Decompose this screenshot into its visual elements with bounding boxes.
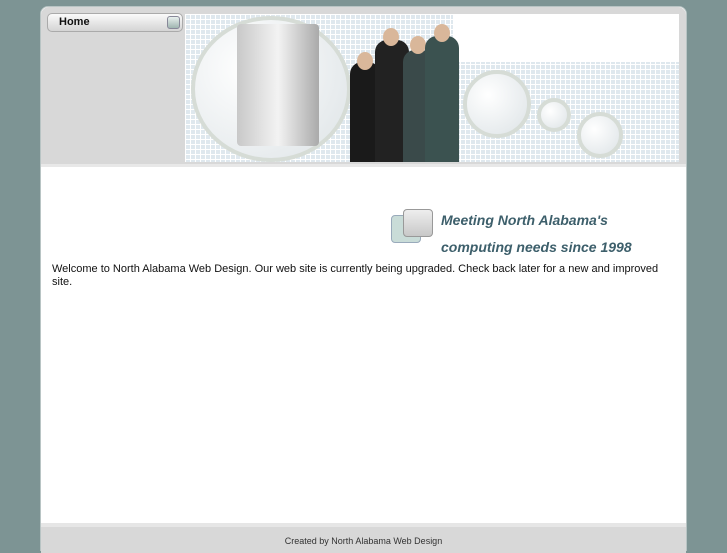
welcome-text: Welcome to North Alabama Web Design. Our… (52, 263, 659, 288)
tagline-line1: Meeting North Alabama's (441, 212, 608, 228)
header: Home (41, 7, 686, 167)
person-head (357, 52, 373, 70)
banner-white-area (453, 14, 679, 62)
person-head (434, 24, 450, 42)
squares-icon (391, 209, 435, 245)
nav-home-label: Home (59, 16, 90, 28)
computer-tower-image (237, 24, 319, 146)
banner-circle (463, 70, 531, 138)
banner-circle (537, 98, 571, 132)
person-head (383, 28, 399, 46)
header-banner-image (185, 14, 679, 162)
person-image (425, 36, 459, 162)
person-head (410, 36, 426, 54)
nav-home-button[interactable]: Home (47, 13, 183, 32)
page-container: Home Meeting North Alabama's computing n… (40, 6, 687, 553)
footer: Created by North Alabama Web Design (41, 523, 686, 553)
nav-knob-icon (167, 16, 180, 29)
banner-circle (577, 112, 623, 158)
tagline-line2: computing needs since 1998 (441, 239, 632, 255)
